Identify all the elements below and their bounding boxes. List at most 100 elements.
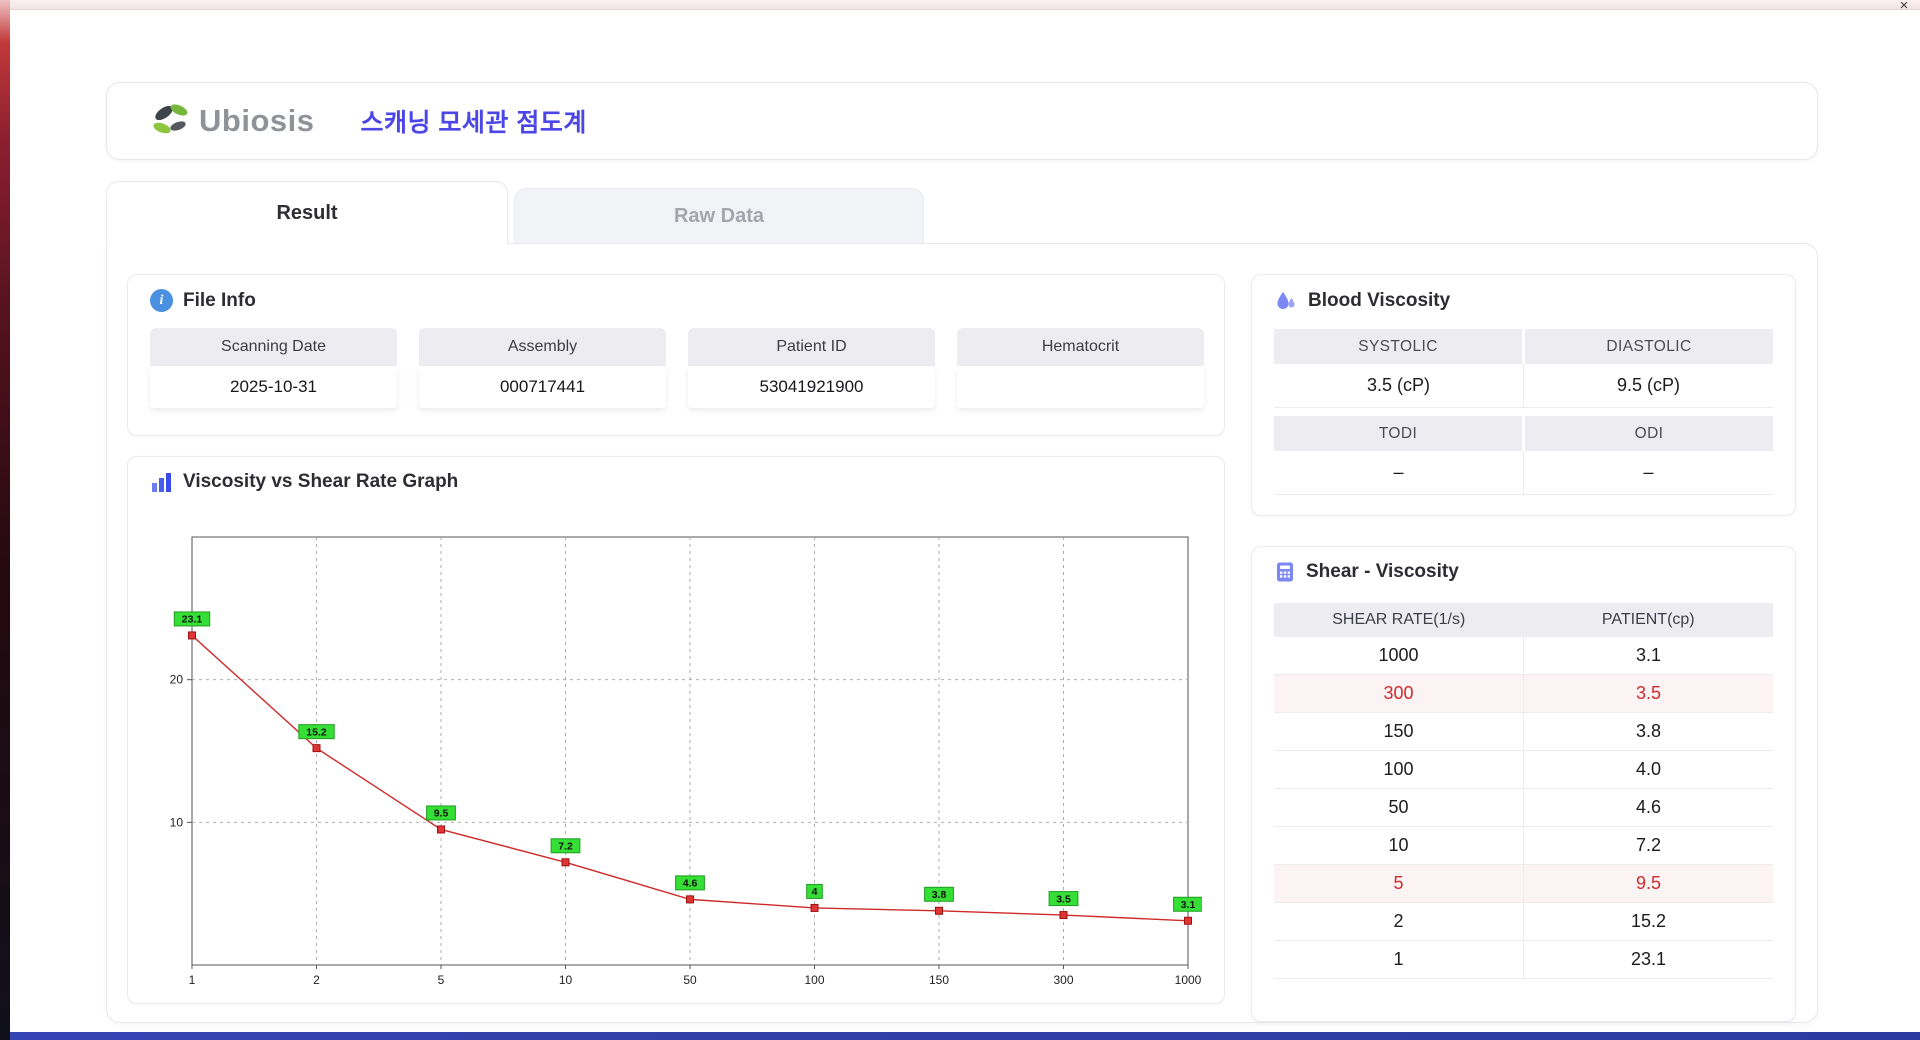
file-info-title: File Info — [183, 289, 256, 311]
close-icon[interactable]: × — [1895, 0, 1913, 13]
svg-text:3.8: 3.8 — [932, 889, 947, 901]
shear-rate-cell: 300 — [1383, 683, 1414, 703]
shear-rate-cell: 50 — [1388, 797, 1409, 817]
shear-viscosity-card: Shear - Viscosity SHEAR RATE(1/s) PATIENT… — [1251, 546, 1796, 1022]
bv-header-cell: ODI — [1525, 416, 1773, 451]
file-info-card: i File Info Scanning Date 2025-10-31 Assem… — [127, 274, 1225, 436]
patient-value-cell: 3.5 — [1523, 675, 1773, 712]
window-left-edge — [0, 0, 10, 1040]
result-panel: i File Info Scanning Date 2025-10-31 Assem… — [106, 243, 1818, 1023]
window-top-bar — [0, 0, 1920, 10]
svg-text:9.5: 9.5 — [434, 808, 449, 820]
patient-value-cell: 7.2 — [1523, 827, 1773, 864]
table-row: 5 9.5 — [1274, 865, 1773, 903]
svg-text:3.1: 3.1 — [1181, 899, 1196, 911]
app-header: Ubiosis 스캐닝 모세관 점도계 — [106, 82, 1818, 160]
bv-value-row: 3.5 (cP) 9.5 (cP) — [1274, 364, 1773, 408]
svg-text:1: 1 — [189, 973, 196, 987]
table-row: 300 3.5 — [1274, 675, 1773, 713]
logo: Ubiosis — [149, 100, 314, 142]
shear-rate-cell: 10 — [1388, 835, 1409, 855]
field-value: 000717441 — [419, 366, 666, 408]
tab-raw-data[interactable]: Raw Data — [514, 188, 924, 243]
window-bottom-edge — [10, 1032, 1920, 1040]
blood-viscosity-title: Blood Viscosity — [1308, 290, 1451, 311]
field-label: Hematocrit — [957, 328, 1204, 366]
svg-text:1000: 1000 — [1175, 973, 1202, 987]
file-info-field: Hematocrit — [957, 328, 1204, 408]
patient-value-cell: 9.5 — [1523, 865, 1773, 902]
shear-table-body: 1000 3.1 300 3.5 150 3.8 100 4.0 50 4.6 10 7.2 5 9.5 2… — [1274, 637, 1773, 979]
bv-value-cell: – — [1523, 451, 1773, 495]
shear-viscosity-title: Shear - Viscosity — [1306, 561, 1459, 582]
table-row: 100 4.0 — [1274, 751, 1773, 789]
field-label: Assembly — [419, 328, 666, 366]
svg-text:5: 5 — [438, 973, 445, 987]
graph-header: Viscosity vs Shear Rate Graph — [128, 457, 1224, 493]
patient-value-cell: 23.1 — [1523, 941, 1773, 978]
bv-value-cell: 3.5 (cP) — [1274, 364, 1523, 408]
table-row: 2 15.2 — [1274, 903, 1773, 941]
shear-viscosity-header: Shear - Viscosity — [1252, 547, 1795, 583]
patient-value-cell: 15.2 — [1523, 903, 1773, 940]
table-row: 1000 3.1 — [1274, 637, 1773, 675]
svg-text:4: 4 — [812, 886, 818, 898]
info-icon: i — [150, 289, 173, 312]
logo-text: Ubiosis — [199, 103, 314, 139]
svg-text:150: 150 — [929, 973, 949, 987]
table-row: 10 7.2 — [1274, 827, 1773, 865]
shear-rate-cell: 100 — [1383, 759, 1414, 779]
patient-value-cell: 3.1 — [1523, 637, 1773, 674]
table-row: 150 3.8 — [1274, 713, 1773, 751]
page-title: 스캐닝 모세관 점도계 — [360, 109, 587, 137]
svg-text:100: 100 — [804, 973, 824, 987]
svg-text:15.2: 15.2 — [306, 726, 327, 738]
svg-text:300: 300 — [1053, 973, 1073, 987]
graph-card: Viscosity vs Shear Rate Graph 10 20 1 2 5 10 5… — [127, 456, 1225, 1004]
tab-result[interactable]: Result — [106, 181, 508, 245]
droplets-icon — [1277, 292, 1295, 309]
field-value: 53041921900 — [688, 366, 935, 408]
field-value: 2025-10-31 — [150, 366, 397, 408]
patient-value-cell: 4.6 — [1523, 789, 1773, 826]
field-value — [957, 366, 1204, 408]
blood-viscosity-header: Blood Viscosity — [1252, 275, 1795, 313]
file-info-header: i File Info — [128, 275, 1224, 312]
bv-value-cell: – — [1274, 451, 1523, 495]
bv-header-row: TODI ODI — [1274, 416, 1773, 451]
shear-rate-cell: 2 — [1393, 911, 1404, 931]
svg-text:4.6: 4.6 — [683, 878, 698, 890]
svg-text:2: 2 — [313, 973, 320, 987]
logo-rest: biosis — [221, 103, 315, 138]
shear-rate-cell: 5 — [1393, 873, 1404, 893]
bv-header-cell: DIASTOLIC — [1525, 329, 1773, 364]
blood-viscosity-table: SYSTOLIC DIASTOLIC 3.5 (cP) 9.5 (cP) TODI ODI… — [1252, 313, 1795, 495]
graph-title: Viscosity vs Shear Rate Graph — [183, 471, 459, 492]
shear-rate-cell: 150 — [1383, 721, 1414, 741]
svg-text:10: 10 — [170, 815, 184, 829]
svg-text:10: 10 — [559, 973, 573, 987]
field-label: Scanning Date — [150, 328, 397, 366]
file-info-fields: Scanning Date 2025-10-31 Assembly 000717441… — [128, 312, 1224, 408]
field-label: Patient ID — [688, 328, 935, 366]
shear-column-header: SHEAR RATE(1/s) — [1332, 611, 1466, 628]
svg-text:50: 50 — [683, 973, 697, 987]
logo-first-letter: U — [199, 103, 222, 138]
svg-text:3.5: 3.5 — [1056, 893, 1071, 905]
tab-bar: Result Raw Data — [106, 181, 924, 245]
bv-header-row: SYSTOLIC DIASTOLIC — [1274, 329, 1773, 364]
shear-rate-cell: 1000 — [1378, 645, 1419, 665]
bv-header-cell: TODI — [1274, 416, 1522, 451]
svg-text:20: 20 — [170, 673, 184, 687]
table-row: 50 4.6 — [1274, 789, 1773, 827]
app-window: Ubiosis 스캐닝 모세관 점도계 Result Raw Data i Fi… — [0, 0, 1920, 1040]
blood-viscosity-card: Blood Viscosity SYSTOLIC DIASTOLIC 3.5 (cP… — [1251, 274, 1796, 516]
shear-column-header: PATIENT(cp) — [1601, 611, 1695, 628]
patient-value-cell: 4.0 — [1523, 751, 1773, 788]
file-info-field: Scanning Date 2025-10-31 — [150, 328, 397, 408]
bv-value-row: – – — [1274, 451, 1773, 495]
shear-rate-cell: 1 — [1393, 949, 1404, 969]
svg-text:23.1: 23.1 — [182, 614, 203, 626]
leaves-logo-icon — [153, 104, 188, 134]
bv-value-cell: 9.5 (cP) — [1523, 364, 1773, 408]
